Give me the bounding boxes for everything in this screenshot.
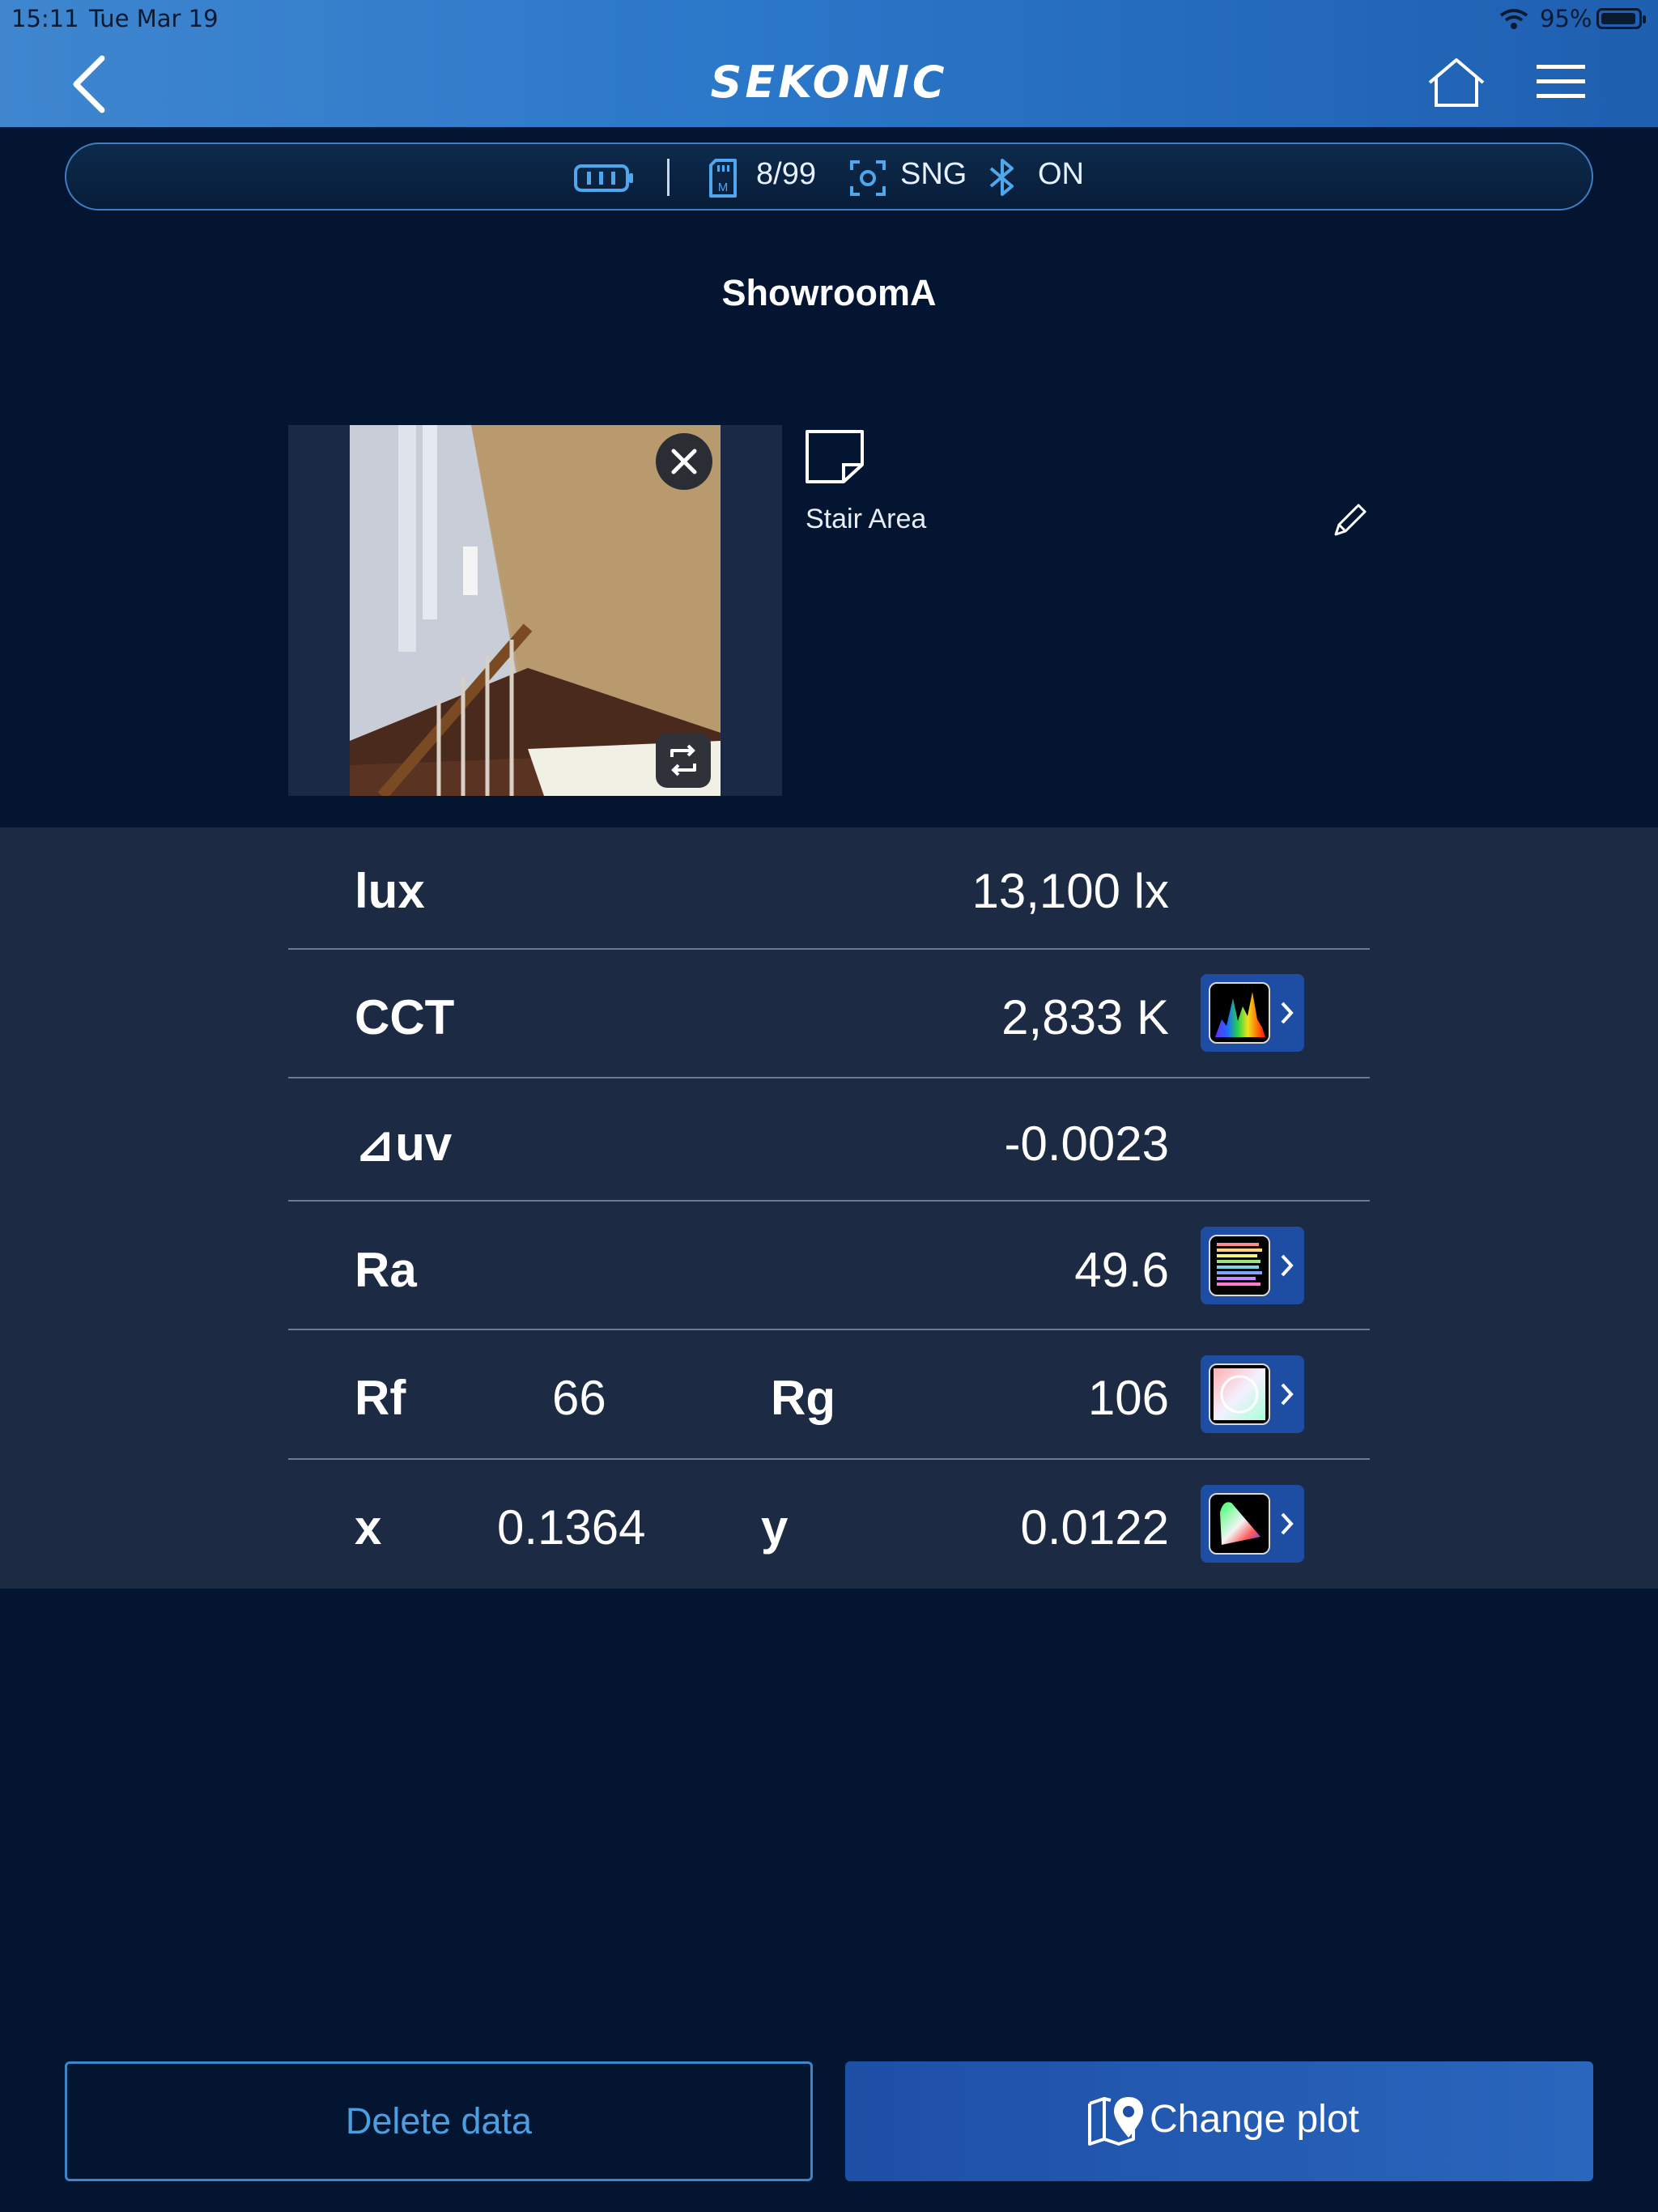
lux-label: lux xyxy=(355,864,425,918)
status-time: 15:11 xyxy=(11,5,79,32)
ra-value: 49.6 xyxy=(1074,1243,1169,1297)
row-divider xyxy=(288,1329,1370,1330)
row-divider xyxy=(288,1458,1370,1460)
chevron-right-icon xyxy=(1281,1254,1294,1277)
wifi-icon xyxy=(1499,9,1528,29)
map-pin-icon xyxy=(1088,2096,1143,2146)
y-value: 0.0122 xyxy=(1020,1500,1169,1555)
ra-label: Ra xyxy=(355,1243,417,1297)
bluetooth-icon xyxy=(989,159,1014,196)
cri-graph-button[interactable] xyxy=(1201,1227,1304,1304)
swap-photo-button[interactable] xyxy=(656,733,711,788)
page-title: ShowroomA xyxy=(721,272,937,313)
cct-label: CCT xyxy=(355,990,455,1044)
x-value: 0.1364 xyxy=(497,1500,646,1555)
change-plot-label: Change plot xyxy=(1150,2098,1359,2141)
memory-card-icon: M xyxy=(709,159,737,198)
color-vector-icon xyxy=(1209,1363,1270,1425)
row-divider xyxy=(288,948,1370,950)
chevron-right-icon xyxy=(1281,1512,1294,1535)
cct-value: 2,833 K xyxy=(1001,990,1169,1044)
memory-count: 8/99 xyxy=(756,157,816,191)
spectrum-graph-button[interactable] xyxy=(1201,974,1304,1052)
chromaticity-icon xyxy=(1209,1493,1270,1555)
x-label: x xyxy=(355,1500,382,1555)
memo-text: Stair Area xyxy=(806,504,927,534)
row-divider xyxy=(288,1077,1370,1078)
chromaticity-graph-button[interactable] xyxy=(1201,1485,1304,1563)
menu-button[interactable] xyxy=(1537,63,1585,100)
row-divider xyxy=(288,1200,1370,1202)
cri-bars-icon xyxy=(1209,1235,1270,1296)
status-bar: 15:11 Tue Mar 19 95% xyxy=(0,0,1658,39)
tm30-graph-button[interactable] xyxy=(1201,1355,1304,1433)
svg-text:M: M xyxy=(718,181,729,194)
change-plot-button[interactable]: Change plot xyxy=(845,2061,1593,2181)
duv-label: ⊿uv xyxy=(355,1117,453,1171)
remove-photo-button[interactable] xyxy=(656,433,712,490)
chevron-right-icon xyxy=(1281,1002,1294,1024)
edit-memo-icon[interactable] xyxy=(1331,502,1368,539)
battery-icon xyxy=(1596,8,1646,29)
measure-mode-icon xyxy=(850,160,886,196)
rg-value: 106 xyxy=(1087,1371,1169,1425)
rf-value: 66 xyxy=(552,1371,606,1425)
rg-label: Rg xyxy=(771,1371,835,1425)
duv-value: -0.0023 xyxy=(1004,1117,1170,1171)
status-date: Tue Mar 19 xyxy=(89,5,219,32)
y-label: y xyxy=(761,1500,789,1555)
pill-divider xyxy=(667,159,670,196)
lux-value: 13,100 lx xyxy=(971,864,1169,918)
rf-label: Rf xyxy=(355,1371,406,1425)
bluetooth-status: ON xyxy=(1038,157,1084,191)
device-battery-icon xyxy=(574,164,633,192)
delete-data-button[interactable]: Delete data xyxy=(65,2061,813,2181)
chevron-right-icon xyxy=(1281,1383,1294,1406)
brand-logo: SEKONIC xyxy=(710,57,948,108)
measure-mode: SNG xyxy=(900,157,967,191)
battery-percent: 95% xyxy=(1540,5,1592,32)
spectrum-icon xyxy=(1209,982,1270,1044)
memo-icon xyxy=(806,430,864,483)
measurement-panel xyxy=(0,827,1658,1589)
device-status-bar: M 8/99 SNG ON xyxy=(65,143,1593,211)
home-button[interactable] xyxy=(1426,57,1486,108)
